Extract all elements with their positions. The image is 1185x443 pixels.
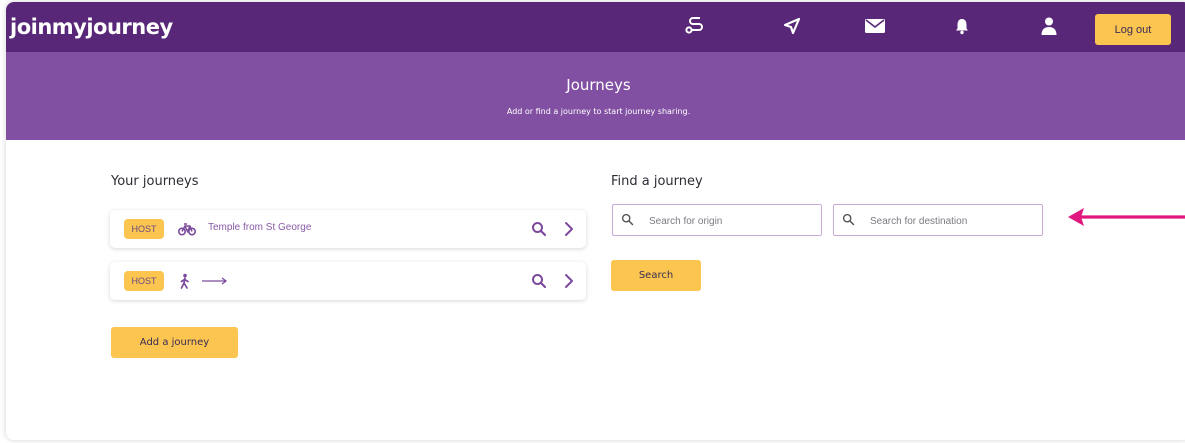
route-icon[interactable]	[682, 14, 708, 38]
host-badge: HOST	[124, 271, 164, 291]
arrow-right-icon	[202, 277, 228, 285]
origin-search-input[interactable]	[647, 211, 811, 231]
brand-logo[interactable]: joinmyjourney	[10, 15, 173, 39]
journey-card[interactable]: HOST Temple from St George	[110, 210, 586, 248]
annotation-arrow-icon	[1068, 208, 1185, 226]
bike-icon	[178, 223, 196, 236]
journey-name: Temple from St George	[208, 222, 312, 233]
destination-search-input[interactable]	[868, 211, 1032, 231]
chevron-right-icon[interactable]	[562, 272, 576, 290]
journey-card[interactable]: HOST	[110, 262, 586, 300]
user-icon[interactable]	[1036, 14, 1062, 38]
page-banner: Journeys Add or find a journey to start …	[6, 52, 1185, 140]
top-nav-bar: joinmyjourney Log out	[6, 2, 1185, 52]
origin-search-field[interactable]	[612, 204, 822, 236]
host-badge: HOST	[124, 219, 164, 239]
page-subtitle: Add or find a journey to start journey s…	[506, 107, 691, 116]
find-journey-heading: Find a journey	[611, 174, 703, 189]
logout-button[interactable]: Log out	[1095, 14, 1171, 45]
page-title: Journeys	[566, 76, 631, 94]
bell-icon[interactable]	[949, 14, 975, 38]
search-icon	[842, 213, 855, 226]
add-journey-button[interactable]: Add a journey	[111, 327, 238, 358]
destination-search-field[interactable]	[833, 204, 1043, 236]
search-icon	[621, 213, 634, 226]
walk-icon	[180, 273, 189, 289]
app-window: joinmyjourney Log out Journeys Add or fi…	[6, 2, 1185, 440]
send-icon[interactable]	[779, 14, 805, 38]
search-icon[interactable]	[530, 220, 548, 238]
chevron-right-icon[interactable]	[562, 220, 576, 238]
your-journeys-heading: Your journeys	[111, 174, 199, 189]
mail-icon[interactable]	[862, 14, 888, 38]
search-button[interactable]: Search	[611, 260, 701, 291]
search-icon[interactable]	[530, 272, 548, 290]
